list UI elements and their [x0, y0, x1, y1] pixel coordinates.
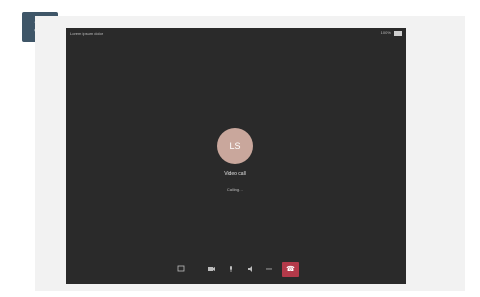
more-options-icon[interactable] — [264, 264, 274, 274]
avatar: LS — [217, 128, 253, 164]
avatar-initials: LS — [229, 141, 241, 151]
battery-level: 100% — [380, 30, 391, 36]
caller-name: Video call — [224, 171, 246, 177]
end-call-button[interactable]: ☎ — [282, 262, 299, 277]
end-call-icon: ☎ — [286, 266, 295, 273]
call-controls: ☎ — [66, 260, 406, 280]
call-status: Calling… — [226, 187, 244, 192]
status-bar-right: 100% — [380, 30, 402, 36]
speaker-icon[interactable] — [246, 264, 256, 274]
status-bar-left: Lorem ipsum dolor — [70, 30, 104, 36]
battery-icon — [394, 30, 402, 36]
chat-icon[interactable] — [176, 264, 186, 274]
microphone-icon[interactable] — [226, 264, 236, 274]
video-camera-icon[interactable] — [206, 264, 216, 274]
status-bar: Lorem ipsum dolor 100% — [66, 28, 406, 38]
